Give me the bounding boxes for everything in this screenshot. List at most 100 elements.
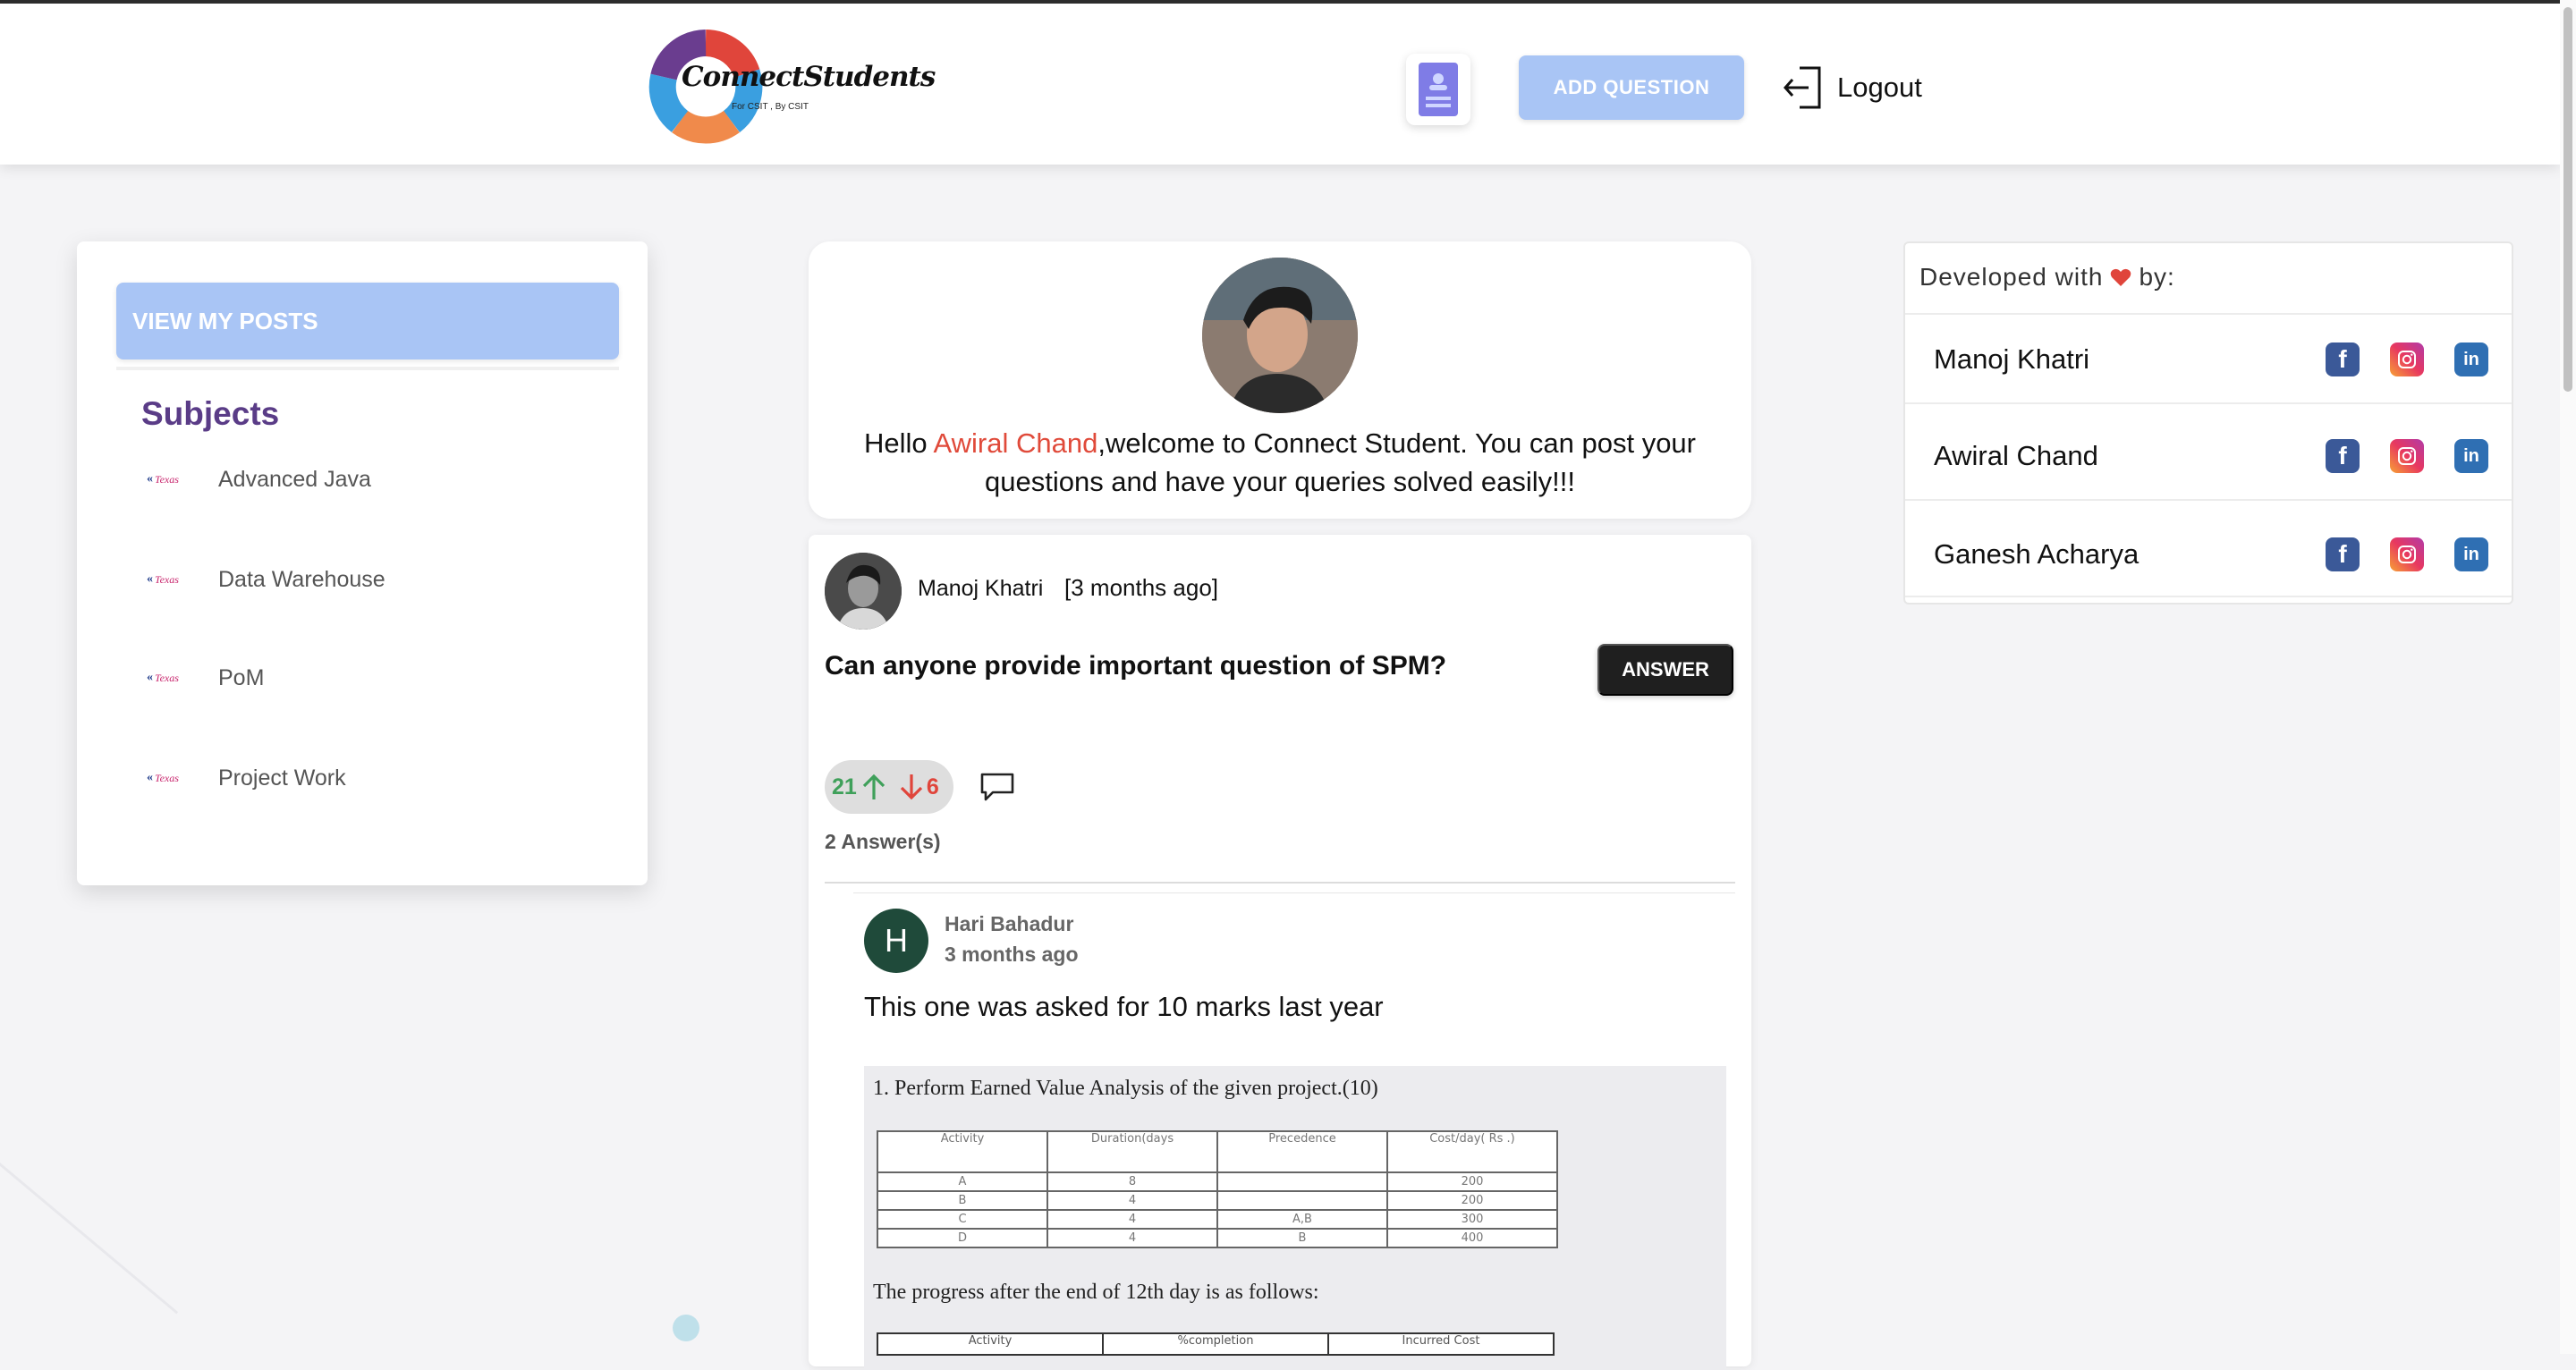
texas-logo-icon: «Texas [147,771,179,784]
welcome-username: Awiral Chand [933,427,1098,459]
answer-text: This one was asked for 10 marks last yea… [864,991,1384,1022]
subject-item-project-work[interactable]: «Texas Project Work [147,760,346,796]
divider [1905,313,2512,315]
table-row: B 4 200 [877,1190,1558,1211]
developer-row: Manoj Khatri f in [1934,333,2488,386]
subject-label: Project Work [218,765,346,791]
upvote-count: 21 [832,774,857,799]
developer-row: Ganesh Acharya f in [1934,528,2488,581]
linkedin-icon[interactable]: in [2454,537,2488,571]
table-header: Activity [877,1130,1048,1173]
logout-label: Logout [1837,72,1922,103]
divider [1905,596,2512,597]
divider [116,367,619,370]
instagram-icon[interactable] [2390,342,2424,376]
table-cell: B [1216,1228,1388,1248]
attachment-line-1: 1. Perform Earned Value Analysis of the … [873,1077,1378,1100]
facebook-icon[interactable]: f [2326,537,2360,571]
subject-item-pom[interactable]: «Texas PoM [147,660,264,696]
instagram-icon[interactable] [2390,537,2424,571]
post-card: Manoj Khatri [3 months ago] Can anyone p… [809,535,1751,1370]
linkedin-icon[interactable]: in [2454,439,2488,473]
table-cell: 4 [1046,1190,1218,1211]
subject-label: PoM [218,664,265,690]
welcome-prefix: Hello [863,427,934,459]
background-dot [673,1315,699,1341]
view-my-posts-button[interactable]: VIEW MY POSTS [116,283,619,359]
facebook-icon[interactable]: f [2326,439,2360,473]
post-question[interactable]: Can anyone provide important question of… [825,651,1446,681]
table-cell: A,B [1216,1209,1388,1230]
table-row: A 8 200 [877,1171,1558,1192]
logo-text: ConnectStudents [682,61,936,93]
welcome-card: Hello Awiral Chand,welcome to Connect St… [809,241,1751,519]
table-cell: A [877,1171,1048,1192]
developer-name: Awiral Chand [1934,440,2098,471]
page-scrollbar[interactable] [2560,0,2576,1354]
texas-logo-icon: «Texas [147,572,179,586]
post-author[interactable]: Manoj Khatri [918,576,1043,602]
user-avatar[interactable] [1202,258,1358,413]
developers-title-prefix: Developed with [1919,263,2104,291]
developers-card: Developed with by: Manoj Khatri f in Awi… [1903,241,2513,605]
answers-count: 2 Answer(s) [825,830,941,853]
welcome-message: Hello Awiral Chand,welcome to Connect St… [835,424,1724,501]
subject-label: Data Warehouse [218,566,386,592]
downvote-count: 6 [926,774,939,799]
attachment-table-2: Activity %completion Incurred Cost [877,1332,1555,1356]
subject-item-advanced-java[interactable]: «Texas Advanced Java [147,461,371,497]
header: ConnectStudents For CSIT , By CSIT ADD Q… [0,4,2560,165]
add-question-button[interactable]: ADD QUESTION [1519,55,1744,120]
table-row: C 4 A,B 300 [877,1209,1558,1230]
table-cell: C [877,1209,1048,1230]
vote-pill: 21 6 [825,760,953,814]
subjects-sidebar: VIEW MY POSTS Subjects «Texas Advanced J… [77,241,648,885]
instagram-icon[interactable] [2390,439,2424,473]
facebook-icon[interactable]: f [2326,342,2360,376]
table-cell: D [877,1228,1048,1248]
answer-author-avatar[interactable]: H [864,909,928,973]
attachment-table: Activity Duration(days Precedence Cost/d… [877,1130,1558,1248]
logo[interactable]: ConnectStudents For CSIT , By CSIT [646,27,936,147]
developer-name: Manoj Khatri [1934,343,2090,375]
divider [1905,402,2512,404]
answer-timestamp: 3 months ago [945,943,1079,966]
arrow-up-icon[interactable] [860,773,887,801]
developers-title: Developed with by: [1919,263,2175,292]
table-header: %completion [1102,1332,1329,1356]
answer-author[interactable]: Hari Bahadur [945,912,1073,936]
subjects-title: Subjects [141,395,280,432]
answer-attachment-image[interactable]: 1. Perform Earned Value Analysis of the … [864,1066,1726,1370]
table-cell: 400 [1386,1228,1558,1248]
table-cell: 8 [1046,1171,1218,1192]
attachment-line-2: The progress after the end of 12th day i… [873,1281,1319,1304]
table-cell: 200 [1386,1171,1558,1192]
subject-item-data-warehouse[interactable]: «Texas Data Warehouse [147,562,386,597]
table-header: Precedence [1216,1130,1388,1173]
table-header: Incurred Cost [1327,1332,1555,1356]
table-cell [1216,1190,1388,1211]
background-decoration [0,1163,179,1315]
document-icon[interactable] [1406,54,1470,125]
table-header: Activity [877,1332,1104,1356]
logo-subtitle: For CSIT , By CSIT [732,102,809,112]
table-cell: B [877,1190,1048,1211]
post-author-avatar[interactable] [825,553,902,630]
table-cell: 4 [1046,1209,1218,1230]
subject-label: Advanced Java [218,466,371,492]
answer-button[interactable]: ANSWER [1597,644,1733,696]
table-cell: 4 [1046,1228,1218,1248]
table-header: Cost/day( Rs .) [1386,1130,1558,1173]
comment-icon[interactable] [979,771,1016,803]
scrollbar-thumb[interactable] [2563,7,2572,392]
logout-button[interactable]: Logout [1782,63,1922,113]
heart-icon [2110,267,2131,287]
post-timestamp: [3 months ago] [1064,574,1218,601]
divider [825,882,1735,884]
arrow-down-icon[interactable] [898,773,925,801]
linkedin-icon[interactable]: in [2454,342,2488,376]
table-cell [1216,1171,1388,1192]
texas-logo-icon: «Texas [147,671,179,684]
table-row: D 4 B 400 [877,1228,1558,1248]
table-cell: 300 [1386,1209,1558,1230]
